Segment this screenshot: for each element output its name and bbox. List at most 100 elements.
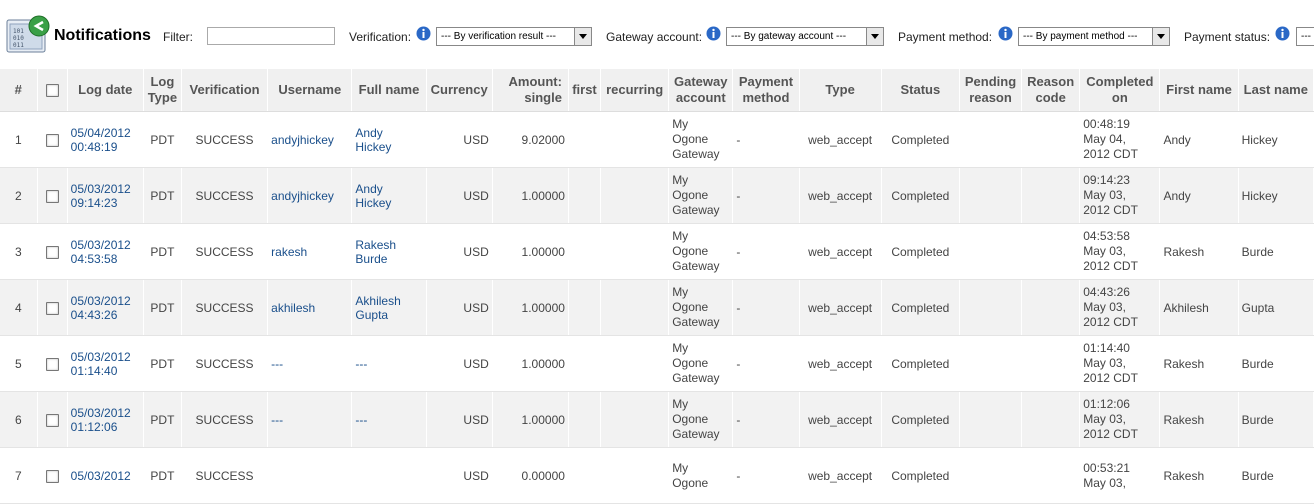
full-name-last[interactable]: Burde [355, 252, 387, 266]
completed-date: May 03, [1083, 244, 1126, 258]
full-name-cell[interactable]: Andy Hickey [351, 167, 427, 224]
payment-method-value: - [736, 300, 741, 315]
payment-method-info-icon[interactable] [998, 26, 1013, 41]
username-cell[interactable]: akhilesh [267, 279, 353, 336]
payment-method-select[interactable]: --- By payment method --- [1018, 27, 1170, 46]
row-checkbox[interactable] [45, 357, 59, 371]
username-cell[interactable]: andyjhickey [267, 111, 353, 168]
full-name-last[interactable]: Hickey [355, 140, 391, 154]
full-name-last[interactable]: Hickey [355, 196, 391, 210]
verification-select[interactable]: --- By verification result --- [436, 27, 592, 46]
full-name-first[interactable]: Rakesh [355, 238, 396, 252]
log-date[interactable]: 05/03/2012 [71, 238, 131, 252]
col-full-name[interactable]: Full name [351, 69, 427, 112]
log-date[interactable]: 05/04/2012 [71, 126, 131, 140]
log-time[interactable]: 00:48:19 [71, 140, 118, 154]
full-name-last[interactable]: Gupta [355, 308, 388, 322]
reason-code-cell [1021, 335, 1081, 392]
full-name-cell[interactable]: Rakesh Burde [351, 223, 427, 280]
log-date-cell[interactable]: 05/03/2012 04:43:26 [67, 279, 144, 336]
full-name-cell[interactable]: --- [351, 391, 427, 448]
log-date-cell[interactable]: 05/03/2012 01:12:06 [67, 391, 144, 448]
currency-value: USD [463, 188, 489, 203]
col-username[interactable]: Username [267, 69, 353, 112]
username-cell[interactable]: rakesh [267, 223, 353, 280]
log-date-cell[interactable]: 05/03/2012 09:14:23 [67, 167, 144, 224]
payment-method-value: - [736, 244, 741, 259]
log-date[interactable]: 05/03/2012 [71, 182, 131, 196]
filter-input[interactable] [207, 27, 335, 45]
col-type[interactable]: Type [799, 69, 882, 112]
row-checkbox[interactable] [45, 413, 59, 427]
row-checkbox[interactable] [45, 301, 59, 315]
username-cell[interactable]: --- [267, 335, 353, 392]
completed-date: May 04, [1083, 132, 1126, 146]
col-currency[interactable]: Currency [426, 69, 493, 112]
full-name-cell[interactable]: Andy Hickey [351, 111, 427, 168]
row-checkbox[interactable] [45, 189, 59, 203]
log-date[interactable]: 05/03/2012 [71, 350, 131, 364]
log-date-cell[interactable]: 05/03/2012 01:14:40 [67, 335, 144, 392]
username-link[interactable]: --- [271, 357, 283, 371]
log-date[interactable]: 05/03/2012 [71, 294, 131, 308]
username-link[interactable]: rakesh [271, 245, 307, 259]
full-name-first[interactable]: Andy [355, 182, 382, 196]
log-time[interactable]: 04:43:26 [71, 308, 118, 322]
col-log-type[interactable]: Log Type [143, 69, 182, 112]
gateway-info-icon[interactable] [706, 26, 721, 41]
amount-cell: 1.00000 [492, 391, 569, 448]
chevron-down-icon [1152, 28, 1169, 45]
log-time[interactable]: 04:53:58 [71, 252, 118, 266]
row-checkbox[interactable] [45, 133, 59, 147]
gateway-select[interactable]: --- By gateway account --- [726, 27, 884, 46]
col-verification[interactable]: Verification [181, 69, 269, 112]
log-type: PDT [150, 412, 175, 427]
col-gateway-account[interactable]: Gateway account [668, 69, 734, 112]
username-cell[interactable]: --- [267, 391, 353, 448]
log-time[interactable]: 09:14:23 [71, 196, 118, 210]
username-link[interactable]: andyjhickey [271, 133, 334, 147]
full-name-first[interactable]: Akhilesh [355, 294, 400, 308]
row-checkbox[interactable] [45, 245, 59, 259]
verification-info-icon[interactable] [416, 26, 431, 41]
amount-cell: 9.02000 [492, 111, 569, 168]
type-value: web_accept [808, 188, 873, 203]
full-name-first[interactable]: --- [355, 357, 367, 371]
col-first-name[interactable]: First name [1159, 69, 1239, 112]
col-pending-reason[interactable]: Pending reason [959, 69, 1023, 112]
log-date-cell[interactable]: 05/03/2012 04:53:58 [67, 223, 144, 280]
log-date-cell[interactable]: 05/04/2012 00:48:19 [67, 111, 144, 168]
full-name-cell[interactable]: --- [351, 335, 427, 392]
first-name-cell: Rakesh [1159, 223, 1239, 280]
gateway-line-1: My [672, 173, 689, 187]
full-name-first[interactable]: Andy [355, 126, 382, 140]
username-link[interactable]: andyjhickey [271, 189, 334, 203]
payment-status-select[interactable]: --- [1296, 27, 1314, 46]
col-recurring[interactable]: recurring [600, 69, 670, 112]
col-completed-on[interactable]: Completed on [1079, 69, 1161, 112]
row-checkbox-cell [37, 223, 68, 280]
col-log-date[interactable]: Log date [67, 69, 144, 112]
full-name-cell[interactable]: Akhilesh Gupta [351, 279, 427, 336]
col-status[interactable]: Status [881, 69, 960, 112]
log-date[interactable]: 05/03/2012 [71, 406, 131, 420]
payment-status-info-icon[interactable] [1275, 26, 1290, 41]
amount-value: 1.00000 [521, 356, 565, 371]
full-name-first[interactable]: --- [355, 413, 367, 427]
username-link[interactable]: akhilesh [271, 301, 315, 315]
recurring-cell [600, 335, 670, 392]
col-amount-single[interactable]: Amount: single [492, 69, 569, 112]
reason-code-cell [1021, 223, 1081, 280]
col-last-name[interactable]: Last name [1238, 69, 1314, 112]
col-payment-method[interactable]: Payment method [732, 69, 800, 112]
row-checkbox[interactable] [45, 469, 59, 483]
last-name-cell: Burde [1238, 223, 1314, 280]
recurring-cell [600, 279, 670, 336]
username-link[interactable]: --- [271, 413, 283, 427]
username-cell[interactable]: andyjhickey [267, 167, 353, 224]
log-time[interactable]: 01:14:40 [71, 364, 118, 378]
col-reason-code[interactable]: Reason code [1021, 69, 1081, 112]
col-first[interactable]: first [568, 69, 602, 112]
select-all-checkbox[interactable] [45, 84, 59, 98]
log-time[interactable]: 01:12:06 [71, 420, 118, 434]
